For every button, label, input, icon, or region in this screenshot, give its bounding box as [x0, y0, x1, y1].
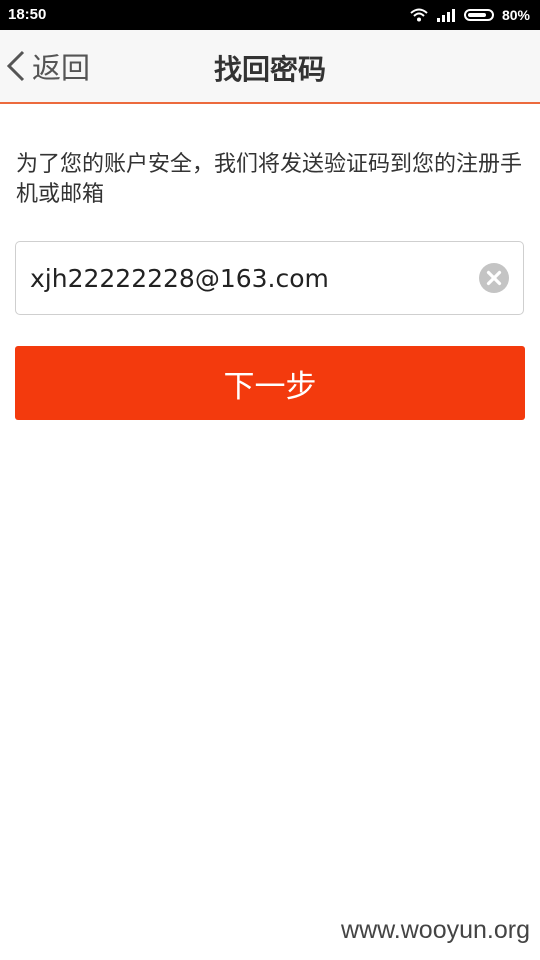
status-bar: 18:50 80%: [0, 0, 540, 30]
battery-icon: [463, 9, 494, 21]
page-title: 找回密码: [213, 53, 326, 86]
clear-circle-icon[interactable]: [479, 263, 509, 293]
wifi-icon: [410, 8, 428, 22]
instruction-text: 为了您的账户安全，我们将发送验证码到您的注册手机或邮箱: [16, 152, 523, 207]
next-step-button[interactable]: 下一步: [15, 346, 525, 420]
signal-icon: [436, 9, 455, 22]
battery-percent: 80%: [501, 7, 530, 23]
status-icons: 80%: [410, 5, 530, 25]
account-input-container: [15, 241, 524, 315]
app-header: 返回 找回密码: [0, 30, 540, 104]
account-input[interactable]: [30, 242, 460, 314]
status-time: 18:50: [8, 6, 47, 23]
watermark-text: www.wooyun.org: [341, 916, 530, 944]
